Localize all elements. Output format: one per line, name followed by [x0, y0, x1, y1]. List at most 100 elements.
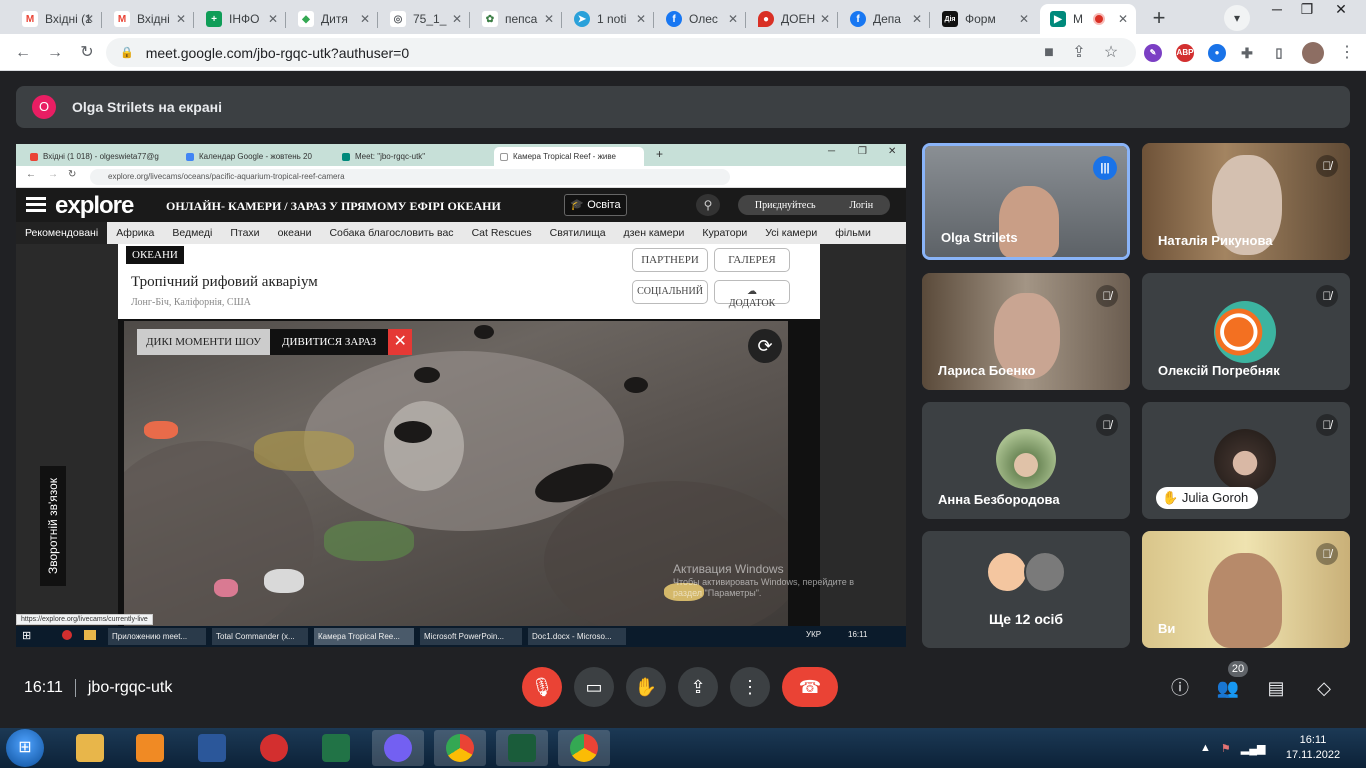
status-bar-url: https://explore.org/livecams/currently-l… — [16, 614, 153, 625]
start-button[interactable]: ⊞ — [6, 729, 44, 767]
browser-tab[interactable]: ◎ 75_1_ ✕ — [380, 4, 470, 34]
shared-tab: Meet: "jbo-rgqc-utk" — [336, 147, 486, 166]
extension-pen-icon[interactable]: ✎ — [1144, 44, 1162, 62]
close-icon[interactable]: ✕ — [544, 12, 554, 26]
mic-off-icon: 🎙̸ — [1096, 414, 1118, 436]
system-clock[interactable]: 16:11 17.11.2022 — [1278, 733, 1348, 763]
site-icon: ✿ — [482, 11, 498, 27]
tray-lang: УКР — [806, 630, 822, 639]
network-warning-icon[interactable]: ⚑ — [1221, 742, 1231, 755]
browser-tab[interactable]: f Олес ✕ — [656, 4, 746, 34]
participant-avatar — [996, 429, 1056, 489]
recording-icon — [1093, 13, 1105, 25]
raise-hand-button[interactable]: ✋ — [626, 667, 666, 707]
camera-location: Лонг-Біч, Каліфорнія, США — [131, 297, 251, 308]
chrome-taskbar-item[interactable] — [558, 730, 610, 766]
browser-tab[interactable]: ● ДОЕН ✕ — [748, 4, 838, 34]
present-screen-button[interactable]: ⇪ — [678, 667, 718, 707]
shared-new-tab-icon: + — [656, 147, 664, 161]
signal-icon[interactable]: ▂▄▆ — [1241, 742, 1266, 755]
search-icon: ⚲ — [696, 194, 720, 216]
leave-call-button[interactable]: ☎ — [782, 667, 838, 707]
browser-tab-active[interactable]: ▶ М ✕ — [1040, 4, 1136, 34]
extension-circle-icon[interactable]: ● — [1208, 44, 1226, 62]
participant-avatar — [1214, 301, 1276, 363]
media-player-taskbar-item[interactable] — [124, 730, 176, 766]
camera-toggle-button[interactable]: ▭ — [574, 667, 614, 707]
close-icon[interactable]: ✕ — [912, 12, 922, 26]
tray-expand-icon[interactable]: ▲ — [1200, 742, 1211, 754]
browser-tab[interactable]: ◆ Дитя ✕ — [288, 4, 378, 34]
browser-tab[interactable]: ➤ 1 noti ✕ — [564, 4, 654, 34]
close-icon[interactable]: ✕ — [268, 12, 278, 26]
browser-tab[interactable]: Дія Форм ✕ — [932, 4, 1037, 34]
app-icon — [508, 734, 536, 762]
bookmark-star-icon[interactable]: ☆ — [1100, 42, 1122, 64]
browser-tab[interactable]: MВхідні (1 018) - olgeswieta77@gmail.com… — [12, 4, 102, 34]
meeting-details-button[interactable]: ⓘ — [1167, 675, 1193, 701]
word-taskbar-item[interactable] — [186, 730, 238, 766]
extensions-puzzle-icon[interactable]: ✚ — [1238, 44, 1256, 62]
chrome-taskbar-item[interactable] — [434, 730, 486, 766]
kebab-menu-icon[interactable]: ⋮ — [1336, 42, 1358, 64]
explorer-taskbar-item[interactable] — [64, 730, 116, 766]
activities-button[interactable]: ◇ — [1311, 675, 1337, 701]
participant-tile[interactable]: ||| Olga Strilets — [922, 143, 1130, 260]
address-bar[interactable]: 🔒 meet.google.com/jbo-rgqc-utk?authuser=0 — [106, 38, 1136, 67]
participant-tile[interactable]: 🎙̸ Лариса Боенко — [922, 273, 1130, 390]
participant-name-pill: ✋ Julia Goroh — [1156, 487, 1259, 509]
excel-taskbar-item[interactable] — [310, 730, 362, 766]
browser-tab[interactable]: ✿ пепса ✕ — [472, 4, 562, 34]
close-icon[interactable]: ✕ — [820, 12, 830, 26]
participant-tile[interactable]: 🎙̸ ✋ Julia Goroh — [1142, 402, 1350, 519]
calendar-icon — [186, 152, 194, 161]
tab-search-button[interactable]: ▾ — [1224, 5, 1250, 31]
adblock-icon[interactable]: ABP — [1176, 44, 1194, 62]
close-icon[interactable]: ✕ — [84, 12, 94, 26]
viber-taskbar-item[interactable] — [372, 730, 424, 766]
chat-button[interactable]: ▤ — [1263, 675, 1289, 701]
mic-off-icon: 🎙̸ — [1316, 285, 1338, 307]
camera-indicator-icon[interactable]: ■ — [1038, 42, 1060, 64]
close-window-button[interactable]: ✕ — [1326, 0, 1356, 20]
close-icon[interactable]: ✕ — [360, 12, 370, 26]
phone-hangup-icon: ☎ — [798, 677, 822, 697]
maximize-button[interactable]: ❐ — [1292, 0, 1322, 20]
browser-tab[interactable]: + ІНФО ✕ — [196, 4, 286, 34]
tray-time: 16:11 — [848, 630, 868, 639]
close-icon[interactable]: ✕ — [176, 12, 186, 26]
participant-tile[interactable]: 🎙̸ Наталія Рикунова — [1142, 143, 1350, 260]
reload-icon[interactable]: ↻ — [76, 42, 98, 64]
close-icon[interactable]: ✕ — [1118, 12, 1128, 26]
mic-toggle-button[interactable]: 🎙 — [522, 667, 562, 707]
profile-avatar[interactable] — [1302, 42, 1324, 64]
info-icon: ⓘ — [1171, 678, 1189, 698]
app-taskbar-item[interactable] — [496, 730, 548, 766]
participant-avatar — [986, 551, 1028, 593]
more-options-button[interactable]: ⋮ — [730, 667, 770, 707]
minimize-button[interactable]: ─ — [1262, 0, 1292, 20]
hand-icon: ✋ — [634, 677, 658, 697]
opera-icon — [260, 734, 288, 762]
participant-tile[interactable]: 🎙̸ Олексій Погребняк — [1142, 273, 1350, 390]
back-icon[interactable]: ← — [12, 42, 34, 64]
share-icon[interactable]: ⇪ — [1068, 42, 1090, 64]
side-panel-icon[interactable]: ▯ — [1270, 44, 1288, 62]
more-participants-tile[interactable]: Ще 12 осіб — [922, 531, 1130, 648]
close-icon[interactable]: ✕ — [728, 12, 738, 26]
browser-tab[interactable]: M Вхідні ✕ — [104, 4, 194, 34]
new-tab-button[interactable]: + — [1146, 5, 1172, 31]
feedback-tab: Зворотній зв'язок — [40, 466, 66, 586]
close-icon[interactable]: ✕ — [636, 12, 646, 26]
shield-icon: ◆ — [298, 11, 314, 27]
gmail-icon — [30, 152, 38, 161]
close-icon[interactable]: ✕ — [1019, 12, 1029, 26]
self-view-tile[interactable]: 🎙̸ Ви — [1142, 531, 1350, 648]
forward-icon[interactable]: → — [44, 42, 66, 64]
browser-tab[interactable]: f Депа ✕ — [840, 4, 930, 34]
close-icon[interactable]: ✕ — [452, 12, 462, 26]
shared-screen: Вхідні (1 018) - olgeswieta77@g Календар… — [16, 144, 906, 647]
people-button[interactable]: 👥 — [1215, 675, 1241, 701]
opera-taskbar-item[interactable] — [248, 730, 300, 766]
participant-tile[interactable]: 🎙̸ Анна Безбородова — [922, 402, 1130, 519]
